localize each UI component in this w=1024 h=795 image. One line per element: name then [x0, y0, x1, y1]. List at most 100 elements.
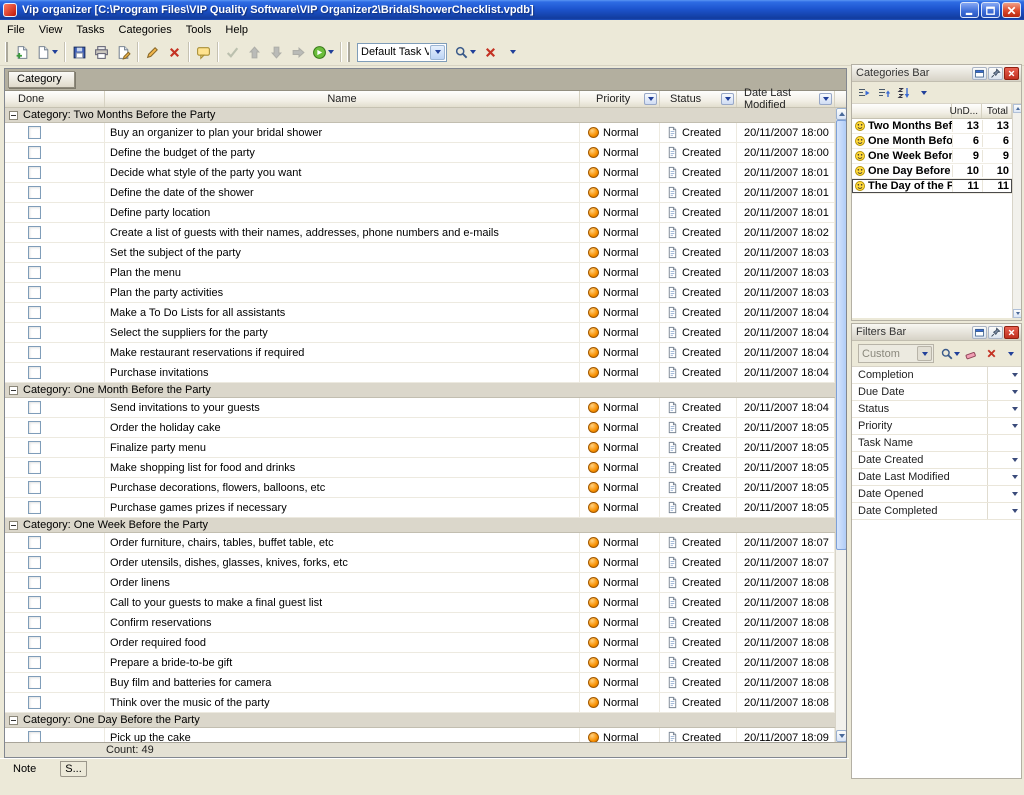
task-row[interactable]: Plan the menuNormalCreated20/11/2007 18:…	[5, 263, 835, 283]
filter-dropdown-icon[interactable]	[1012, 509, 1018, 513]
filter-field-row[interactable]: Date Completed	[852, 503, 1021, 520]
done-checkbox[interactable]	[28, 266, 41, 279]
done-checkbox[interactable]	[28, 226, 41, 239]
task-row[interactable]: Send invitations to your guestsNormalCre…	[5, 398, 835, 418]
scroll-thumb[interactable]	[836, 120, 846, 550]
open-task-button[interactable]	[287, 41, 309, 63]
save-button[interactable]	[68, 41, 90, 63]
categories-float-button[interactable]	[972, 67, 987, 80]
filter-dropdown-icon[interactable]	[1012, 492, 1018, 496]
collapse-icon[interactable]	[9, 521, 18, 530]
done-checkbox[interactable]	[28, 656, 41, 669]
column-header-pri[interactable]: Priority	[580, 91, 660, 107]
filters-float-button[interactable]	[972, 326, 987, 339]
scroll-up-button[interactable]	[1013, 104, 1021, 113]
done-checkbox[interactable]	[28, 286, 41, 299]
collapse-icon[interactable]	[9, 111, 18, 120]
scroll-up-button[interactable]	[836, 108, 846, 120]
task-row[interactable]: Call to your guests to make a final gues…	[5, 593, 835, 613]
done-checkbox[interactable]	[28, 246, 41, 259]
filter-field-row[interactable]: Completion	[852, 367, 1021, 384]
task-row[interactable]: Order the holiday cakeNormalCreated20/11…	[5, 418, 835, 438]
filter-dropdown-icon[interactable]	[1012, 424, 1018, 428]
task-row[interactable]: Select the suppliers for the partyNormal…	[5, 323, 835, 343]
scroll-down-button[interactable]	[836, 730, 846, 742]
done-checkbox[interactable]	[28, 186, 41, 199]
bottom-tab-note[interactable]: Note	[7, 761, 42, 777]
clear-find-button[interactable]	[479, 41, 501, 63]
task-row[interactable]: Purchase invitationsNormalCreated20/11/2…	[5, 363, 835, 383]
task-row[interactable]: Make a To Do Lists for all assistantsNor…	[5, 303, 835, 323]
done-checkbox[interactable]	[28, 731, 41, 742]
category-group-row[interactable]: Category: Two Months Before the Party	[5, 108, 835, 123]
add-category-button[interactable]	[874, 83, 894, 102]
undone-column-header[interactable]: UnD...	[952, 104, 982, 118]
column-filter-button[interactable]	[644, 93, 657, 105]
task-row[interactable]: Define party locationNormalCreated20/11/…	[5, 203, 835, 223]
done-checkbox[interactable]	[28, 126, 41, 139]
category-group-row[interactable]: Category: One Week Before the Party	[5, 518, 835, 533]
done-checkbox[interactable]	[28, 306, 41, 319]
delete-task-button[interactable]	[163, 41, 185, 63]
task-row[interactable]: Pick up the cakeNormalCreated20/11/2007 …	[5, 728, 835, 742]
done-checkbox[interactable]	[28, 616, 41, 629]
filter-field-row[interactable]: Status	[852, 401, 1021, 418]
task-row[interactable]: Make shopping list for food and drinksNo…	[5, 458, 835, 478]
done-checkbox[interactable]	[28, 556, 41, 569]
column-header-name[interactable]: Name	[105, 91, 580, 107]
filter-field-row[interactable]: Date Created	[852, 452, 1021, 469]
task-row[interactable]: Buy film and batteries for cameraNormalC…	[5, 673, 835, 693]
filter-field-row[interactable]: Task Name	[852, 435, 1021, 452]
filter-dropdown-icon[interactable]	[1012, 373, 1018, 377]
menu-file[interactable]: File	[0, 22, 32, 38]
done-checkbox[interactable]	[28, 421, 41, 434]
column-filter-button[interactable]	[721, 93, 734, 105]
menu-categories[interactable]: Categories	[112, 22, 179, 38]
menu-tools[interactable]: Tools	[179, 22, 219, 38]
menu-tasks[interactable]: Tasks	[69, 22, 111, 38]
combobox-dropdown-button[interactable]	[430, 45, 445, 60]
filter-field-row[interactable]: Due Date	[852, 384, 1021, 401]
edit-task-button[interactable]	[141, 41, 163, 63]
task-row[interactable]: Finalize party menuNormalCreated20/11/20…	[5, 438, 835, 458]
task-row[interactable]: Set the subject of the partyNormalCreate…	[5, 243, 835, 263]
apply-filter-button[interactable]	[938, 344, 961, 363]
group-by-category-button[interactable]: Category	[8, 71, 75, 88]
filters-menu-button[interactable]	[1001, 344, 1021, 363]
close-button[interactable]	[1002, 2, 1021, 18]
filter-dropdown-icon[interactable]	[1012, 458, 1018, 462]
category-group-row[interactable]: Category: One Month Before the Party	[5, 383, 835, 398]
combobox-dropdown-button[interactable]	[917, 346, 932, 361]
task-row[interactable]: Create a list of guests with their names…	[5, 223, 835, 243]
column-header-done[interactable]: Done	[5, 91, 105, 107]
done-checkbox[interactable]	[28, 366, 41, 379]
new-item-menu-button[interactable]	[33, 41, 61, 63]
task-row[interactable]: Confirm reservationsNormalCreated20/11/2…	[5, 613, 835, 633]
menu-help[interactable]: Help	[218, 22, 255, 38]
category-row[interactable]: Two Months Before the Party1313	[852, 119, 1012, 134]
filter-field-row[interactable]: Date Opened	[852, 486, 1021, 503]
hint-button[interactable]	[192, 41, 214, 63]
task-row[interactable]: Order utensils, dishes, glasses, knives,…	[5, 553, 835, 573]
task-row[interactable]: Decide what style of the party you wantN…	[5, 163, 835, 183]
task-view-combobox[interactable]: Default Task View	[357, 43, 447, 62]
filter-field-row[interactable]: Date Last Modified	[852, 469, 1021, 486]
total-column-header[interactable]: Total	[982, 104, 1012, 118]
filter-preset-combobox[interactable]: Custom	[858, 344, 934, 363]
print-button[interactable]	[90, 41, 112, 63]
filter-dropdown-icon[interactable]	[1012, 407, 1018, 411]
filters-close-button[interactable]	[1004, 326, 1019, 339]
column-header-status[interactable]: Status	[660, 91, 737, 107]
bottom-tab-s[interactable]: S...	[60, 761, 87, 777]
done-checkbox[interactable]	[28, 206, 41, 219]
column-filter-button[interactable]	[819, 93, 832, 105]
remove-filter-button[interactable]	[981, 344, 1001, 363]
clear-filter-button[interactable]	[961, 344, 981, 363]
collapse-icon[interactable]	[9, 716, 18, 725]
task-row[interactable]: Purchase games prizes if necessaryNormal…	[5, 498, 835, 518]
find-button[interactable]	[451, 41, 479, 63]
done-checkbox[interactable]	[28, 696, 41, 709]
category-name-column-header[interactable]	[852, 104, 952, 118]
column-header-date[interactable]: Date Last Modified	[737, 91, 835, 107]
grid-vertical-scrollbar[interactable]	[835, 108, 846, 742]
